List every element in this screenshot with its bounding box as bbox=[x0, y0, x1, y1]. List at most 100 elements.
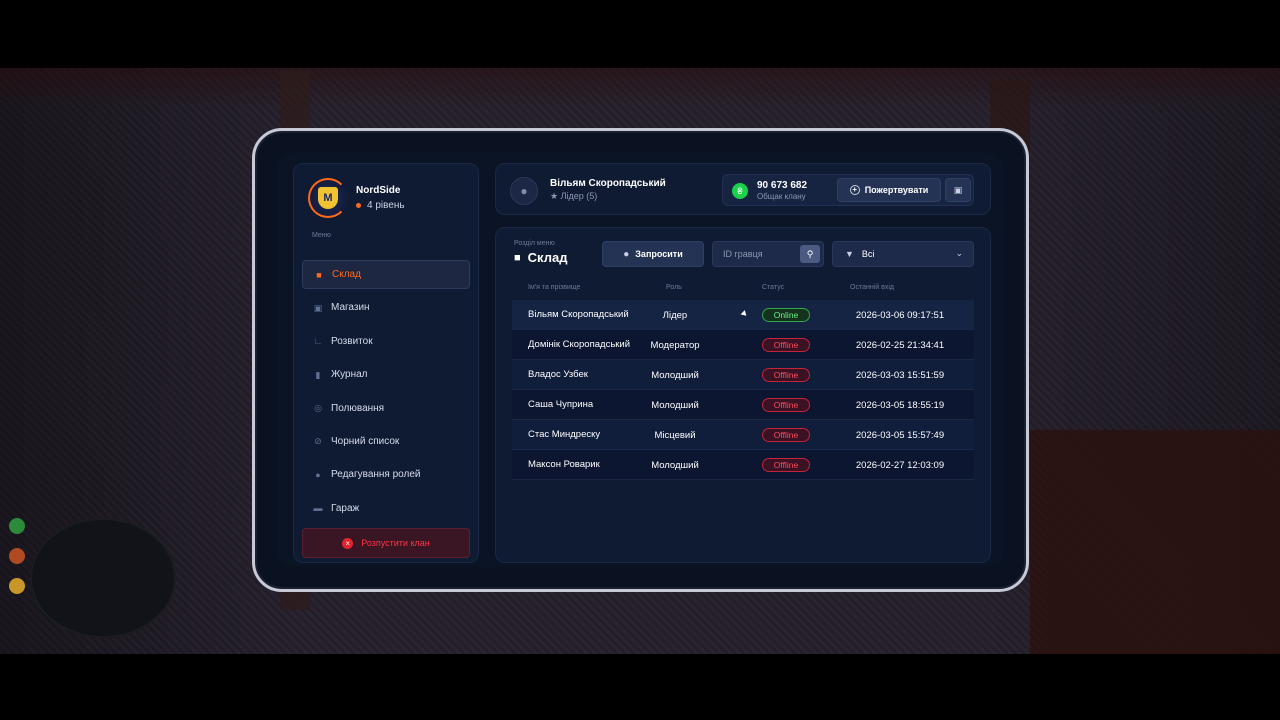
bank-amount: 90 673 682 bbox=[757, 180, 808, 191]
clan-level: 4 рівень bbox=[356, 200, 405, 211]
shop-icon: ▣ bbox=[313, 302, 323, 313]
clan-bank: ₴ 90 673 682 Общак клану + Пожертвувати … bbox=[722, 174, 974, 206]
sidebar-item-label: Склад bbox=[332, 269, 361, 280]
table-header: Ім'я та прізвище Роль Статус Останній вх… bbox=[512, 284, 974, 296]
top-bar: ● Вільям Скоропадський ★ Лідер (5) ₴ 90 … bbox=[495, 163, 991, 215]
users-icon: ■ bbox=[316, 269, 322, 280]
invite-label: Запросити bbox=[635, 249, 683, 259]
star-icon: ★ bbox=[550, 191, 561, 201]
member-role: Молодший bbox=[651, 399, 699, 411]
member-role: Лідер bbox=[662, 309, 688, 321]
status-badge: Offline bbox=[762, 338, 810, 352]
plus-icon: + bbox=[849, 185, 860, 195]
tablet-frame: M NordSide 4 рівень Меню ■ Склад ▣ Магаз… bbox=[252, 128, 1029, 592]
members-table: Вільям Скоропадський Лідер Online 2026-0… bbox=[512, 300, 974, 480]
ban-icon: ⊘ bbox=[314, 436, 322, 447]
member-name: Стас Миндреску bbox=[528, 429, 601, 440]
bank-label: Общак клану bbox=[757, 192, 806, 201]
member-role: Модератор bbox=[650, 339, 700, 351]
sidebar-item-edit-roles[interactable]: ● Редагування ролей bbox=[302, 460, 470, 489]
wallet-button[interactable]: ▣ bbox=[945, 178, 971, 202]
hryvnia-icon: ₴ bbox=[732, 183, 748, 199]
clan-header: M NordSide 4 рівень bbox=[308, 178, 405, 218]
member-last-login: 2026-03-06 09:17:51 bbox=[855, 309, 945, 321]
sidebar-item-label: Розвиток bbox=[331, 335, 373, 347]
column-header-last-login: Останній вхід bbox=[850, 284, 894, 291]
sidebar-item-journal[interactable]: ▮ Журнал bbox=[302, 360, 470, 389]
chart-icon: ∟ bbox=[313, 336, 323, 347]
user-role-label: Лідер (5) bbox=[560, 191, 598, 201]
status-badge: Offline bbox=[762, 428, 810, 442]
sidebar-item-label: Полювання bbox=[331, 402, 385, 414]
member-last-login: 2026-02-27 12:03:09 bbox=[855, 459, 945, 471]
member-name: Максон Роварик bbox=[528, 459, 600, 470]
sidebar-item-development[interactable]: ∟ Розвиток bbox=[302, 327, 470, 356]
dissolve-clan-button[interactable]: × Розпустити клан bbox=[302, 528, 470, 558]
game-floor bbox=[1030, 430, 1280, 654]
column-header-role: Роль bbox=[666, 284, 682, 291]
status-badge: Offline bbox=[762, 398, 810, 412]
menu-caption: Меню bbox=[312, 232, 331, 239]
sidebar-nav: ■ Склад ▣ Магазин ∟ Розвиток ▮ Журнал ◎ bbox=[302, 260, 470, 527]
sidebar-item-label: Чорний список bbox=[331, 435, 400, 447]
clan-logo: M bbox=[308, 178, 348, 218]
sidebar-item-shop[interactable]: ▣ Магазин bbox=[302, 293, 470, 322]
member-last-login: 2026-03-05 15:57:49 bbox=[855, 429, 945, 441]
clan-level-label: 4 рівень bbox=[367, 200, 405, 211]
hud-money-icon bbox=[9, 578, 25, 594]
chevron-down-icon: ⌄ bbox=[955, 248, 963, 258]
search-input[interactable] bbox=[713, 242, 797, 266]
invite-button[interactable]: ● Запросити bbox=[602, 241, 704, 267]
member-last-login: 2026-03-05 18:55:19 bbox=[855, 399, 945, 411]
filter-value: Всі bbox=[861, 249, 875, 259]
sidebar-item-garage[interactable]: ▬ Гараж bbox=[302, 494, 470, 523]
sidebar-item-label: Гараж bbox=[331, 502, 360, 514]
member-role: Молодший bbox=[651, 369, 699, 381]
filter-icon: ▼ bbox=[845, 249, 854, 259]
table-row[interactable]: Владос Узбек Молодший Offline 2026-03-03… bbox=[512, 360, 974, 390]
clan-logo-letter: M bbox=[323, 192, 333, 204]
car-icon: ▬ bbox=[313, 503, 323, 514]
sidebar-item-hunting[interactable]: ◎ Полювання bbox=[302, 394, 470, 423]
member-last-login: 2026-02-25 21:34:41 bbox=[855, 339, 945, 351]
member-role: Місцевий bbox=[654, 429, 696, 441]
table-row[interactable]: Стас Миндреску Місцевий Offline 2026-03-… bbox=[512, 420, 974, 450]
column-header-status: Статус bbox=[762, 284, 785, 291]
member-role: Молодший bbox=[651, 459, 699, 471]
sidebar-item-label: Редагування ролей bbox=[331, 469, 421, 481]
wallet-icon: ▣ bbox=[953, 184, 963, 195]
search-box: ⚲ bbox=[712, 241, 824, 267]
sidebar-item-label: Журнал bbox=[331, 369, 368, 381]
users-icon: ■ bbox=[514, 251, 521, 264]
sidebar-item-label: Магазин bbox=[331, 302, 370, 314]
sidebar: M NordSide 4 рівень Меню ■ Склад ▣ Магаз… bbox=[293, 163, 479, 563]
donate-button[interactable]: + Пожертвувати bbox=[837, 178, 941, 202]
search-icon: ⚲ bbox=[806, 249, 814, 259]
sidebar-item-warehouse[interactable]: ■ Склад bbox=[302, 260, 470, 289]
minimap bbox=[30, 518, 176, 638]
user-icon: ● bbox=[520, 184, 528, 198]
member-name: Домінік Скоропадський bbox=[528, 339, 631, 350]
user-edit-icon: ● bbox=[315, 469, 321, 480]
member-last-login: 2026-03-03 15:51:59 bbox=[855, 369, 945, 381]
status-badge: Offline bbox=[762, 458, 810, 472]
table-row[interactable]: Домінік Скоропадський Модератор Offline … bbox=[512, 330, 974, 360]
status-filter-select[interactable]: ▼ Всі ⌄ bbox=[832, 241, 974, 267]
hud-armor-icon bbox=[9, 518, 25, 534]
sidebar-item-blacklist[interactable]: ⊘ Чорний список bbox=[302, 427, 470, 456]
page-title: ■ Склад bbox=[514, 250, 567, 265]
status-badge: Online bbox=[762, 308, 810, 322]
table-row[interactable]: Саша Чуприна Молодший Offline 2026-03-05… bbox=[512, 390, 974, 420]
dissolve-clan-label: Розпустити клан bbox=[361, 538, 430, 548]
column-header-name: Ім'я та прізвище bbox=[528, 284, 581, 291]
members-panel: Розділ меню ■ Склад ● Запросити ⚲ ▼ Всі … bbox=[495, 227, 991, 563]
avatar: ● bbox=[510, 177, 538, 205]
member-name: Владос Узбек bbox=[528, 369, 588, 380]
member-name: Саша Чуприна bbox=[528, 399, 594, 410]
user-role: ★ Лідер (5) bbox=[550, 191, 597, 202]
search-button[interactable]: ⚲ bbox=[800, 245, 820, 263]
add-user-icon: ● bbox=[623, 248, 630, 260]
table-row[interactable]: Максон Роварик Молодший Offline 2026-02-… bbox=[512, 450, 974, 480]
shield-icon: M bbox=[318, 187, 338, 209]
close-icon: × bbox=[342, 537, 354, 549]
